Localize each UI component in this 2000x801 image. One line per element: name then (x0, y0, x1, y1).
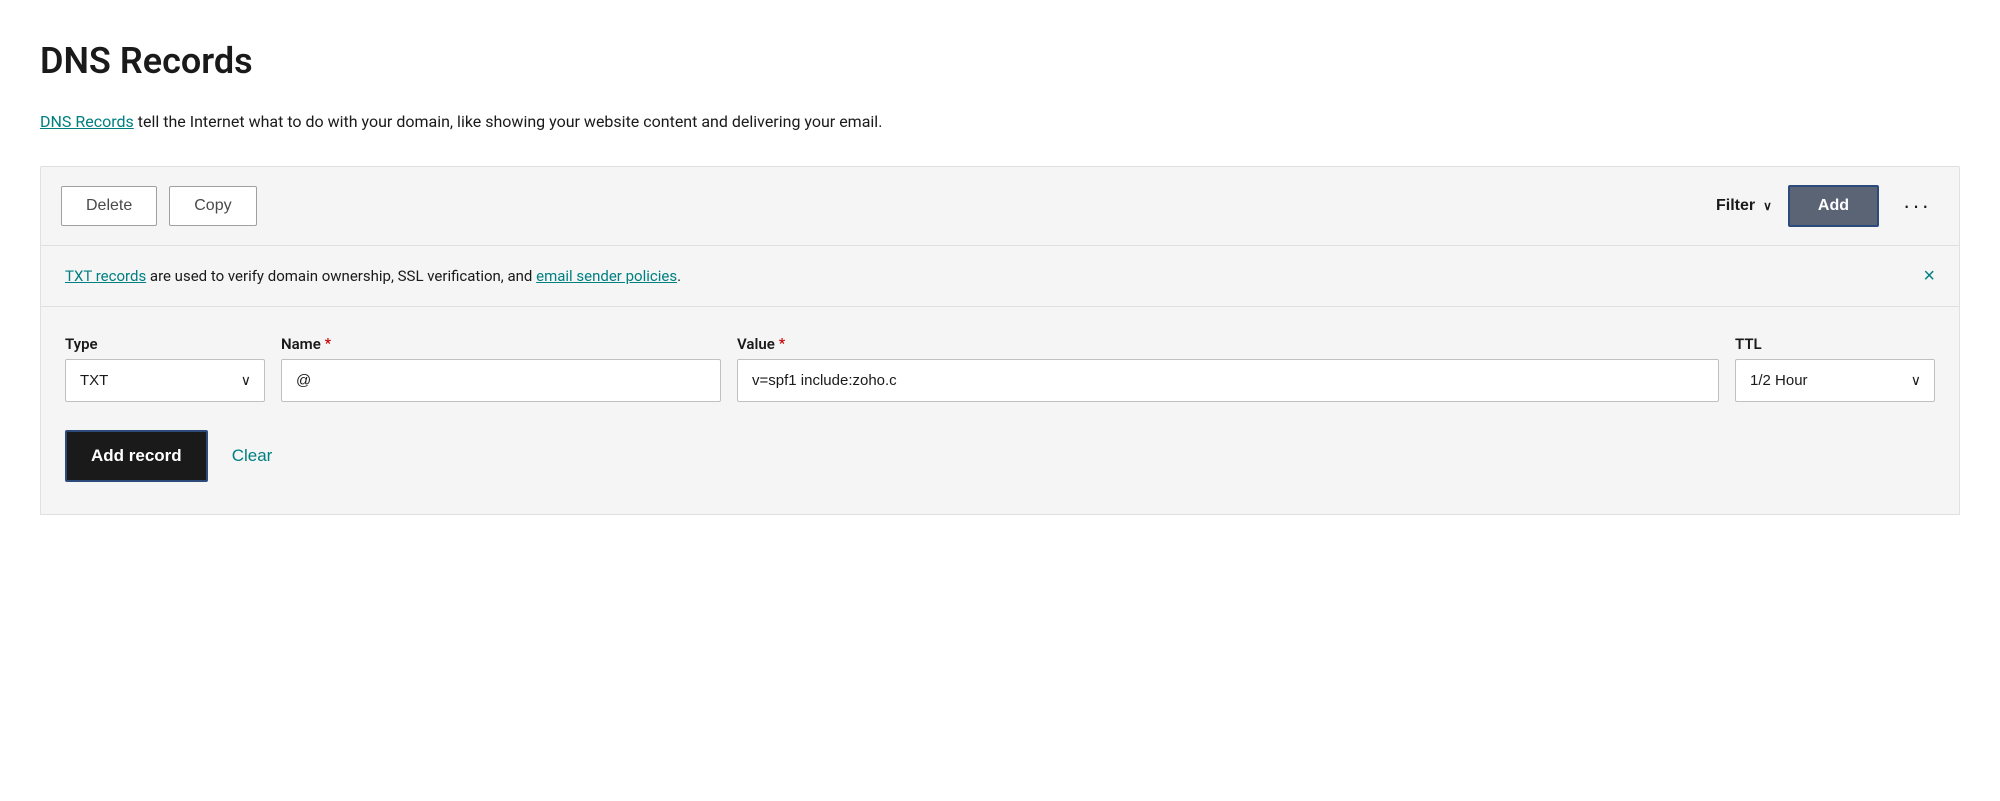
value-label: Value * (737, 335, 1719, 353)
add-button[interactable]: Add (1788, 185, 1879, 227)
ttl-select-wrapper: 1/2 Hour 1 Hour 2 Hours 4 Hours 8 Hours … (1735, 359, 1935, 402)
delete-button[interactable]: Delete (61, 186, 157, 226)
type-select-wrapper: TXT A AAAA CNAME MX NS SRV CAA (65, 359, 265, 402)
type-field-group: Type TXT A AAAA CNAME MX NS SRV CAA (65, 335, 265, 402)
page-description: DNS Records tell the Internet what to do… (40, 110, 1960, 134)
copy-button[interactable]: Copy (169, 186, 256, 226)
info-banner: TXT records are used to verify domain ow… (40, 246, 1960, 307)
toolbar-right: Filter ∨ Add ··· (1716, 185, 1939, 227)
filter-label: Filter (1716, 197, 1755, 215)
filter-button[interactable]: Filter ∨ (1716, 197, 1772, 215)
value-required-indicator: * (779, 336, 785, 352)
add-record-button[interactable]: Add record (65, 430, 208, 482)
name-input[interactable] (281, 359, 721, 402)
form-actions: Add record Clear (65, 430, 1935, 482)
dns-records-link[interactable]: DNS Records (40, 112, 134, 131)
ttl-select[interactable]: 1/2 Hour 1 Hour 2 Hours 4 Hours 8 Hours … (1735, 359, 1935, 402)
value-input[interactable] (737, 359, 1719, 402)
form-row: Type TXT A AAAA CNAME MX NS SRV CAA Name… (65, 335, 1935, 402)
type-select[interactable]: TXT A AAAA CNAME MX NS SRV CAA (65, 359, 265, 402)
name-required-indicator: * (325, 336, 331, 352)
ttl-field-group: TTL 1/2 Hour 1 Hour 2 Hours 4 Hours 8 Ho… (1735, 335, 1935, 402)
ttl-label: TTL (1735, 335, 1935, 353)
page-title: DNS Records (40, 40, 1960, 82)
email-sender-policies-link[interactable]: email sender policies (536, 267, 677, 285)
chevron-down-icon: ∨ (1763, 199, 1772, 213)
toolbar-left: Delete Copy (61, 186, 1716, 226)
txt-records-link[interactable]: TXT records (65, 267, 146, 285)
type-label: Type (65, 335, 265, 353)
info-text: TXT records are used to verify domain ow… (65, 267, 681, 285)
clear-button[interactable]: Clear (232, 446, 273, 466)
value-field-group: Value * (737, 335, 1719, 402)
toolbar: Delete Copy Filter ∨ Add ··· (40, 166, 1960, 246)
more-options-button[interactable]: ··· (1895, 189, 1939, 223)
name-label: Name * (281, 335, 721, 353)
close-button[interactable]: × (1923, 266, 1935, 286)
name-field-group: Name * (281, 335, 721, 402)
form-section: Type TXT A AAAA CNAME MX NS SRV CAA Name… (40, 307, 1960, 515)
